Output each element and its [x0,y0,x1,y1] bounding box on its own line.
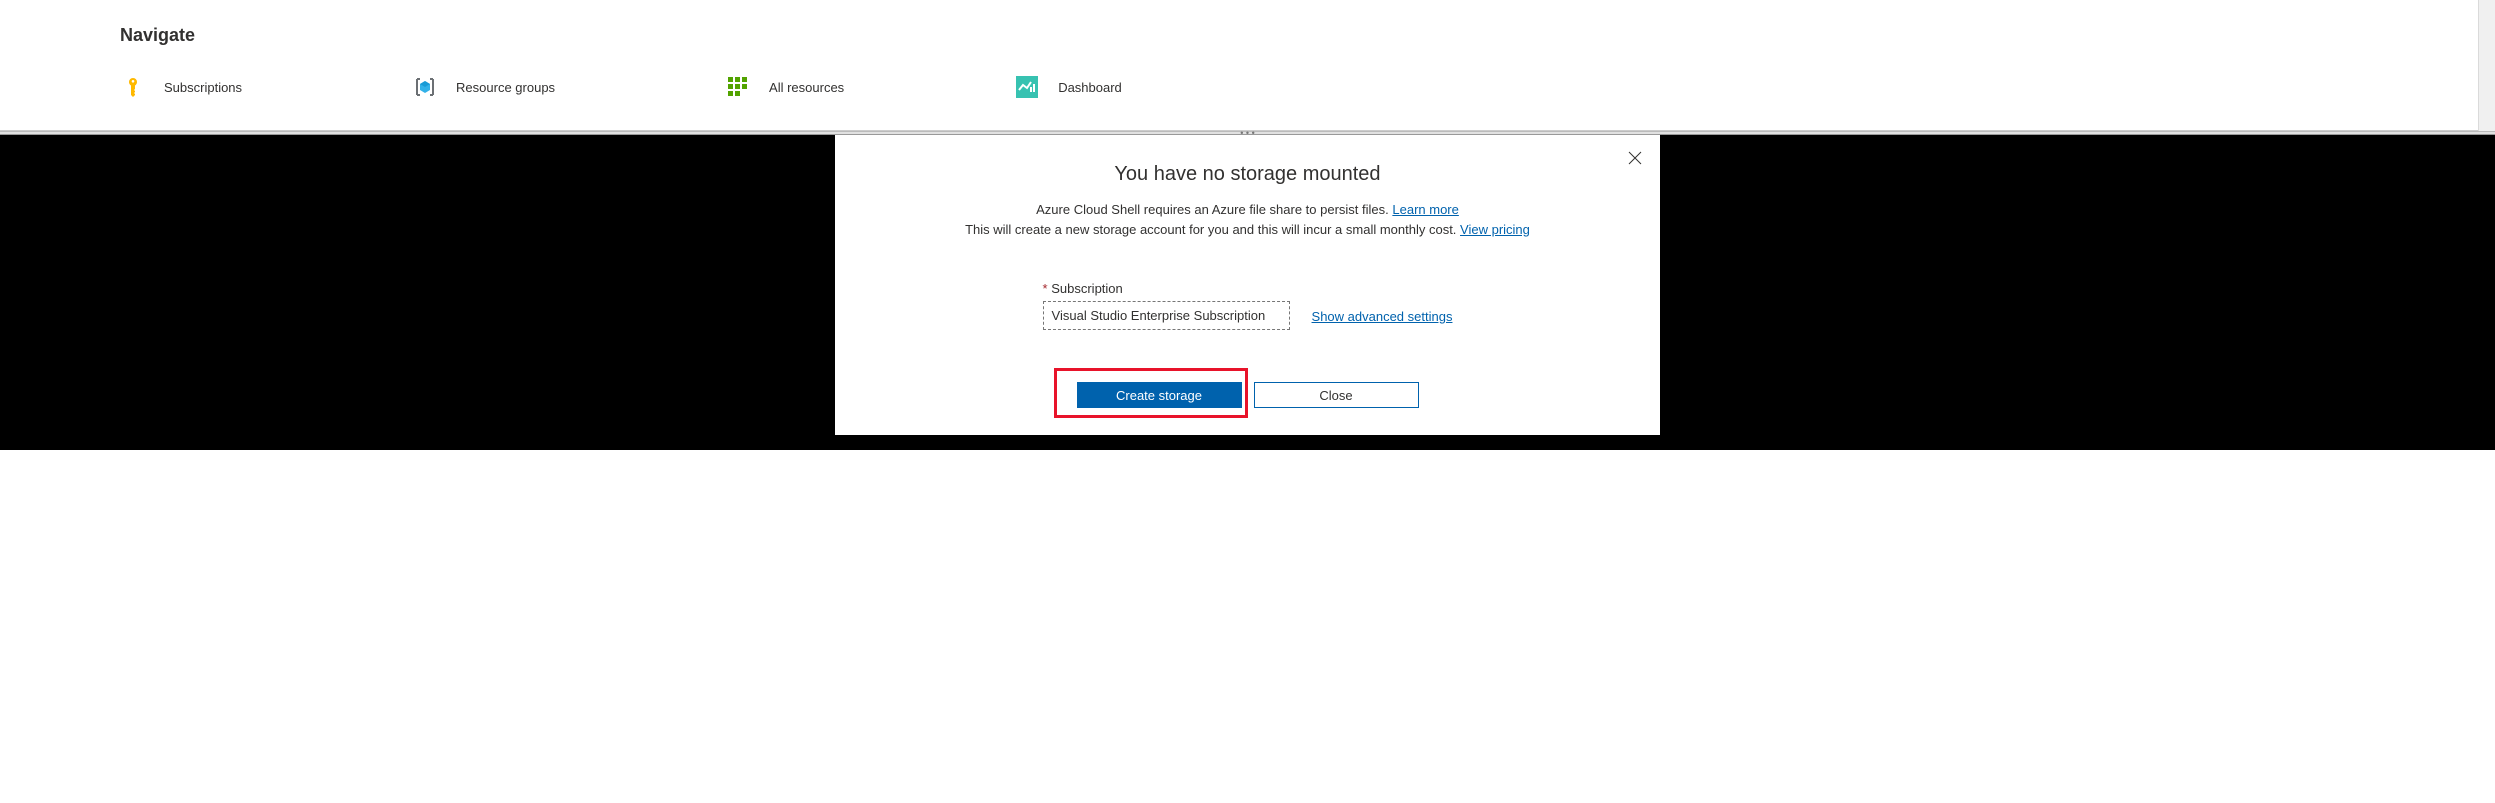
subscription-row: * Subscription Visual Studio Enterprise … [859,281,1636,330]
nav-item-label: Subscriptions [164,80,242,95]
subscription-field: * Subscription Visual Studio Enterprise … [1043,281,1290,330]
nav-item-label: All resources [769,80,844,95]
view-pricing-link[interactable]: View pricing [1460,222,1530,237]
desc-line2: This will create a new storage account f… [965,222,1460,237]
close-icon[interactable] [1628,149,1642,170]
nav-item-subscriptions[interactable]: Subscriptions [120,74,242,100]
navigate-items: Subscriptions Resource groups [120,74,2375,100]
nav-item-resource-groups[interactable]: Resource groups [412,74,555,100]
advanced-settings-link[interactable]: Show advanced settings [1312,309,1453,330]
nav-item-all-resources[interactable]: All resources [725,74,844,100]
navigate-section: Navigate Subscriptions Resource groups [0,0,2495,131]
close-button[interactable]: Close [1254,382,1419,408]
storage-setup-modal: You have no storage mounted Azure Cloud … [835,135,1660,435]
create-storage-button[interactable]: Create storage [1077,382,1242,408]
subscription-select[interactable]: Visual Studio Enterprise Subscription [1043,301,1290,330]
key-icon [120,74,146,100]
nav-item-label: Dashboard [1058,80,1122,95]
grid-icon [725,74,751,100]
desc-line1: Azure Cloud Shell requires an Azure file… [1036,202,1392,217]
dashboard-icon [1014,74,1040,100]
subscription-label: * Subscription [1043,281,1290,296]
modal-description: Azure Cloud Shell requires an Azure file… [859,200,1636,239]
modal-title: You have no storage mounted [859,163,1636,186]
cloud-shell-panel: You have no storage mounted Azure Cloud … [0,135,2495,450]
nav-item-label: Resource groups [456,80,555,95]
navigate-heading: Navigate [120,25,2375,46]
modal-buttons: Create storage Close [859,382,1636,408]
learn-more-link[interactable]: Learn more [1392,202,1458,217]
nav-item-dashboard[interactable]: Dashboard [1014,74,1122,100]
resource-group-icon [412,74,438,100]
